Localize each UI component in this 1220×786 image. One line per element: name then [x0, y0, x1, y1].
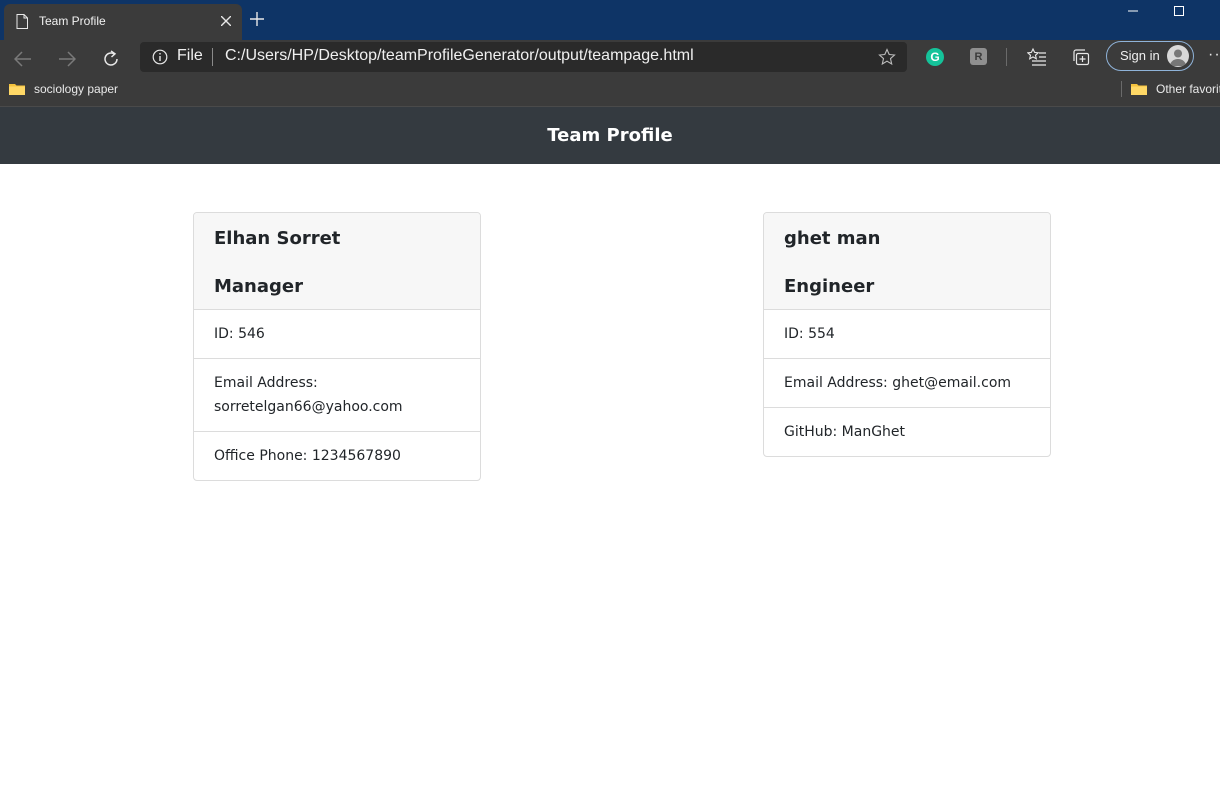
- tab-team-profile[interactable]: Team Profile: [4, 4, 242, 40]
- toolbar-divider: [1006, 48, 1007, 66]
- more-options-icon[interactable]: ···: [1208, 46, 1220, 64]
- employee-office-phone: Office Phone: 1234567890: [214, 448, 401, 464]
- folder-icon: [9, 84, 25, 95]
- favorite-label: sociology paper: [34, 82, 119, 96]
- grammarly-extension-icon[interactable]: G: [926, 48, 944, 66]
- favorite-folder-other[interactable]: Other favorit: [1131, 78, 1220, 100]
- collections-icon[interactable]: [1071, 47, 1091, 67]
- page-icon: [16, 14, 28, 29]
- page-header: Team Profile: [0, 107, 1220, 164]
- avatar-icon: [1167, 45, 1189, 67]
- extension-icon[interactable]: R: [970, 48, 987, 65]
- employee-name: Elhan Sorret: [214, 228, 341, 249]
- employee-email: Email Address: ghet@email.com: [764, 359, 1050, 408]
- info-icon[interactable]: [152, 49, 168, 65]
- favorite-folder-sociology-paper[interactable]: sociology paper: [9, 78, 118, 100]
- card-header: Elhan Sorret Manager: [194, 213, 480, 310]
- employee-email: Email Address: sorretelgan66@yahoo.com: [194, 359, 480, 432]
- refresh-icon[interactable]: [98, 46, 124, 72]
- employee-card-engineer: ghet man Engineer ID: 554 Email Address:…: [763, 212, 1051, 457]
- favorites-bar: sociology paper Other favorit: [0, 78, 1220, 107]
- favorites-icon[interactable]: [1027, 47, 1047, 67]
- employee-github: GitHub: ManGhet: [784, 424, 906, 440]
- employee-name: ghet man: [784, 228, 881, 249]
- employee-role: Engineer: [784, 276, 875, 297]
- employee-card-manager: Elhan Sorret Manager ID: 546 Email Addre…: [193, 212, 481, 481]
- card-header: ghet man Engineer: [764, 213, 1050, 310]
- favorites-divider: [1121, 81, 1122, 97]
- address-scheme-label: File: [177, 47, 203, 64]
- maximize-icon[interactable]: [1170, 4, 1188, 18]
- sign-in-button[interactable]: Sign in: [1106, 41, 1194, 71]
- employee-id: ID: 554: [764, 310, 1050, 359]
- address-divider: [212, 48, 213, 66]
- minimize-icon[interactable]: [1124, 4, 1142, 18]
- url-text[interactable]: C:/Users/HP/Desktop/teamProfileGenerator…: [225, 47, 694, 65]
- browser-titlebar: Team Profile: [0, 0, 1220, 40]
- folder-icon: [1131, 84, 1147, 95]
- tab-title: Team Profile: [39, 14, 106, 28]
- back-arrow-icon[interactable]: [10, 46, 36, 72]
- tab-close-icon[interactable]: [218, 13, 234, 29]
- new-tab-icon[interactable]: [248, 10, 266, 28]
- employee-id: ID: 546: [194, 310, 480, 359]
- star-icon[interactable]: [878, 48, 896, 66]
- page-title: Team Profile: [547, 125, 673, 146]
- favorite-label: Other favorit: [1156, 82, 1220, 96]
- sign-in-label: Sign in: [1120, 48, 1160, 63]
- address-bar[interactable]: File C:/Users/HP/Desktop/teamProfileGene…: [140, 42, 907, 72]
- forward-arrow-icon[interactable]: [54, 46, 80, 72]
- employee-role: Manager: [214, 276, 303, 297]
